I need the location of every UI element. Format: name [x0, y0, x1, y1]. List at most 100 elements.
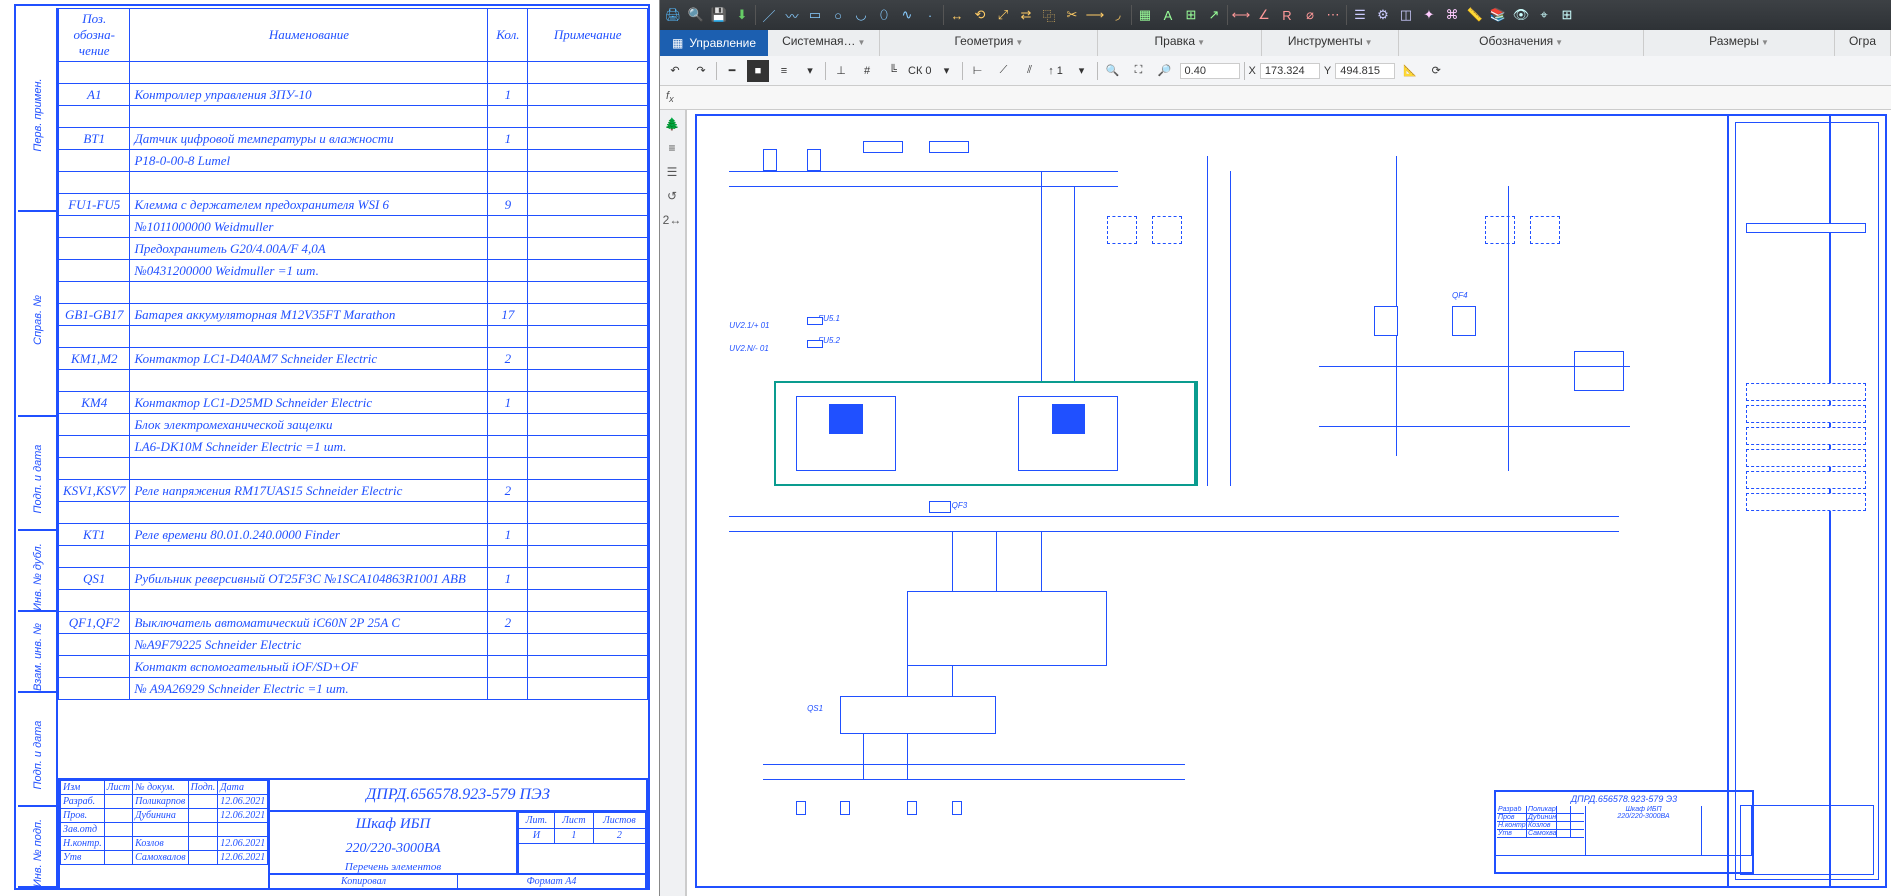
tab-dimensions[interactable]: Размеры▼: [1644, 30, 1835, 56]
side-label: Подп. и дата: [32, 439, 44, 519]
text-icon[interactable]: A: [1157, 4, 1179, 26]
color-icon[interactable]: ■: [747, 60, 769, 82]
dim-linear-icon[interactable]: ⟷: [1230, 4, 1252, 26]
dim-radius-icon[interactable]: R: [1276, 4, 1298, 26]
block-icon[interactable]: ◫: [1395, 4, 1417, 26]
table-icon[interactable]: ⊞: [1180, 4, 1202, 26]
dropdown-icon[interactable]: ▾: [799, 60, 821, 82]
print-icon[interactable]: 🖨: [662, 4, 684, 26]
cell-note: [528, 678, 648, 700]
dropdown-icon[interactable]: ▾: [936, 60, 958, 82]
library-icon[interactable]: 📚: [1487, 4, 1509, 26]
tab-geometry[interactable]: Геометрия▼: [880, 30, 1098, 56]
ellipse-icon[interactable]: ⬯: [873, 4, 895, 26]
refresh-icon[interactable]: ⟳: [1425, 60, 1447, 82]
move-icon[interactable]: ↔: [946, 4, 968, 26]
spline-icon[interactable]: ∿: [896, 4, 918, 26]
line-icon[interactable]: ／: [758, 4, 780, 26]
lit-val: И: [519, 828, 555, 844]
history-icon[interactable]: ↺: [662, 186, 682, 206]
sheet-icon[interactable]: 2↔: [662, 210, 682, 230]
signer-cell: [133, 823, 188, 837]
snap-icon[interactable]: ⌖: [1533, 4, 1555, 26]
save-icon[interactable]: 💾: [708, 4, 730, 26]
tab-constraints[interactable]: Огра: [1835, 30, 1891, 56]
dim-diameter-icon[interactable]: ⌀: [1299, 4, 1321, 26]
signer-cell: Подп.: [188, 781, 218, 795]
tab-system[interactable]: Системная…▼: [768, 30, 880, 56]
side-labels: Перв. примен. Справ. № Подп. и дата Инв.…: [18, 8, 58, 888]
table-row: [59, 458, 648, 480]
cell-note: [528, 480, 648, 502]
collapse-icon[interactable]: ≡: [662, 138, 682, 158]
cell-pos: KSV1,KSV7: [59, 480, 130, 502]
grid-icon[interactable]: ⊞: [1556, 4, 1578, 26]
symbol-icon[interactable]: ✦: [1418, 4, 1440, 26]
export-icon[interactable]: ⬇: [731, 4, 753, 26]
extend-icon[interactable]: ⟶: [1084, 4, 1106, 26]
drawing-frame: UV2.1/+ 01 UV2.N/- 01 FU5.1 FU5.2 QF4: [695, 114, 1831, 888]
dim-angular-icon[interactable]: ∠: [1253, 4, 1275, 26]
properties-icon[interactable]: ⚙: [1372, 4, 1394, 26]
circle-icon[interactable]: ○: [827, 4, 849, 26]
ucs-icon[interactable]: ╚: [882, 60, 904, 82]
drawing-canvas[interactable]: UV2.1/+ 01 UV2.N/- 01 FU5.1 FU5.2 QF4: [686, 110, 1891, 896]
table-row: A1Контроллер управления ЗПУ-101: [59, 84, 648, 106]
preview-icon[interactable]: 🔍: [685, 4, 707, 26]
table-row: KM1,M2Контактор LC1-D40AM7 Schneider Ele…: [59, 348, 648, 370]
dropdown-icon[interactable]: ▾: [1071, 60, 1093, 82]
cell-note: [528, 458, 648, 480]
rect-icon[interactable]: ▭: [804, 4, 826, 26]
hatch-icon[interactable]: ▦: [1134, 4, 1156, 26]
ruler-icon[interactable]: 📐: [1399, 60, 1421, 82]
cell-name: [130, 172, 488, 194]
tree-icon[interactable]: 🌲: [662, 114, 682, 134]
zoom-icon[interactable]: 🔎: [1154, 60, 1176, 82]
panel-icon[interactable]: ☰: [662, 162, 682, 182]
zoom-in-icon[interactable]: 🔍: [1102, 60, 1124, 82]
undo-icon[interactable]: ↶: [664, 60, 686, 82]
signer-cell: Лист: [104, 781, 132, 795]
cell-qty: 2: [488, 612, 528, 634]
zoom-fit-icon[interactable]: ⛶: [1128, 60, 1150, 82]
tab-edit[interactable]: Правка▼: [1098, 30, 1262, 56]
rotate-icon[interactable]: ⟲: [969, 4, 991, 26]
layer-icon[interactable]: ☰: [1349, 4, 1371, 26]
grid-toggle-icon[interactable]: #: [856, 60, 878, 82]
step-icon[interactable]: ↑ 1: [1045, 60, 1067, 82]
macro-icon[interactable]: ⌘: [1441, 4, 1463, 26]
leader-icon[interactable]: ↗: [1203, 4, 1225, 26]
trim-icon[interactable]: ✂: [1061, 4, 1083, 26]
redo-icon[interactable]: ↷: [690, 60, 712, 82]
table-row: № A9A26929 Schneider Electric =1 шт.: [59, 678, 648, 700]
mirror-icon[interactable]: ⇄: [1015, 4, 1037, 26]
tab-annotations[interactable]: Обозначения▼: [1399, 30, 1644, 56]
col-header-note: Примечание: [528, 9, 648, 62]
perp-icon[interactable]: ⊢: [967, 60, 989, 82]
dim-chain-icon[interactable]: ⋯: [1322, 4, 1344, 26]
bom-table: Поз. обозна-чение Наименование Кол. Прим…: [58, 8, 648, 700]
weight-icon[interactable]: ≡: [773, 60, 795, 82]
lit-label: Лит.: [519, 813, 555, 829]
point-icon[interactable]: ·: [919, 4, 941, 26]
copy-icon[interactable]: ⿻: [1038, 4, 1060, 26]
tab-tools[interactable]: Инструменты▼: [1262, 30, 1399, 56]
view-icon[interactable]: 👁: [1510, 4, 1532, 26]
linetype-icon[interactable]: ━: [721, 60, 743, 82]
ortho-icon[interactable]: ⊥: [830, 60, 852, 82]
cell-pos: [59, 238, 130, 260]
tangent-icon[interactable]: ⟋: [993, 60, 1015, 82]
cell-pos: GB1-GB17: [59, 304, 130, 326]
cell-pos: [59, 546, 130, 568]
fillet-icon[interactable]: ◞: [1107, 4, 1129, 26]
management-button[interactable]: ▦ Управление: [660, 30, 768, 56]
cell-qty: 1: [488, 84, 528, 106]
arc-icon[interactable]: ◡: [850, 4, 872, 26]
polyline-icon[interactable]: 〰: [781, 4, 803, 26]
cell-name: [130, 106, 488, 128]
cell-qty: [488, 326, 528, 348]
parallel-icon[interactable]: ⫽: [1019, 60, 1041, 82]
measure-icon[interactable]: 📏: [1464, 4, 1486, 26]
left-tool-strip: 🌲 ≡ ☰ ↺ 2↔: [660, 110, 686, 896]
scale-icon[interactable]: ⤢: [992, 4, 1014, 26]
